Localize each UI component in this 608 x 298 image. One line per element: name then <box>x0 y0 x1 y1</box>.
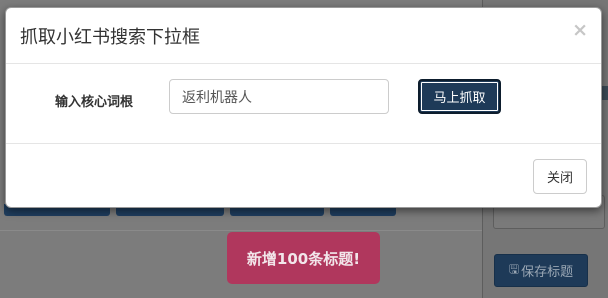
save-icon: 🖫 <box>508 262 520 276</box>
grab-now-button[interactable]: 马上抓取 <box>418 79 501 114</box>
close-button[interactable]: 关闭 <box>533 159 587 194</box>
close-icon[interactable]: × <box>572 21 588 40</box>
modal-header: 抓取小红书搜索下拉框 × <box>6 8 601 64</box>
keyword-input[interactable] <box>169 79 389 114</box>
background-edge-element <box>602 86 608 100</box>
save-titles-label: 保存标题 <box>521 265 574 280</box>
modal-footer: 关闭 <box>6 144 601 207</box>
modal-body: 输入核心词根 马上抓取 <box>6 64 601 144</box>
modal-title: 抓取小红书搜索下拉框 <box>20 27 200 48</box>
add-100-titles-button: 新增100条标题! <box>227 232 380 284</box>
save-titles-button: 🖫 保存标题 <box>494 254 588 287</box>
background-divider <box>0 230 482 231</box>
scrape-dropdown-modal: 抓取小红书搜索下拉框 × 输入核心词根 马上抓取 关闭 <box>5 7 602 208</box>
keyword-label: 输入核心词根 <box>55 95 134 110</box>
